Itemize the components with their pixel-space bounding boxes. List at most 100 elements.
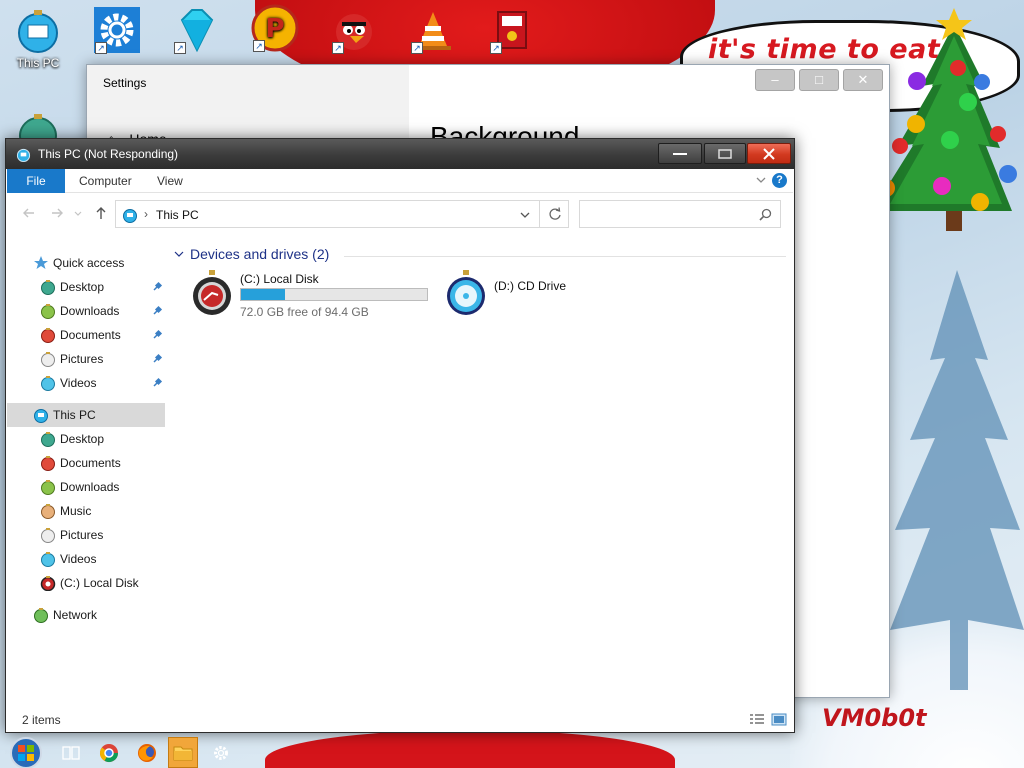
videos-ornament-icon (41, 376, 55, 391)
tab-file[interactable]: File (7, 169, 65, 193)
taskbar-settings[interactable] (206, 737, 236, 768)
settings-close-button[interactable]: ✕ (843, 69, 883, 91)
content-pane: Devices and drives (2) (C:) Local Disk 7… (172, 241, 792, 711)
settings-maximize-button[interactable]: □ (799, 69, 839, 91)
sidebar-item-pc-desktop[interactable]: Desktop (7, 427, 165, 451)
search-box[interactable] (579, 200, 781, 228)
back-arrow-icon[interactable] (21, 205, 37, 221)
search-input[interactable] (584, 204, 754, 224)
pin-icon[interactable] (151, 305, 163, 317)
desktop-ornament-icon (41, 432, 55, 447)
up-arrow-icon[interactable] (93, 205, 109, 221)
sidebar-item-downloads[interactable]: Downloads (7, 299, 165, 323)
music-ornament-icon (41, 504, 55, 519)
recent-locations-chevron-icon[interactable] (73, 205, 83, 221)
traffic-cone-icon: ↗ (409, 6, 457, 54)
wallpaper-signature: VM0b0t (822, 704, 927, 732)
sidebar-item-quick-access[interactable]: Quick access (7, 251, 165, 275)
shortcut-arrow-icon: ↗ (95, 42, 107, 54)
pictures-ornament-icon (41, 352, 55, 367)
diamond-icon: ↗ (172, 6, 220, 54)
taskbar-file-explorer[interactable] (168, 737, 198, 768)
close-button[interactable] (747, 143, 791, 164)
sidebar-item-pc-downloads[interactable]: Downloads (7, 475, 165, 499)
maximize-button[interactable] (704, 143, 746, 164)
sidebar-item-pc-local-disk[interactable]: (C:) Local Disk (7, 571, 165, 595)
taskbar-task-view[interactable] (56, 737, 86, 768)
breadcrumb-this-pc[interactable]: This PC (156, 208, 199, 222)
folder-icon (173, 746, 193, 760)
sidebar-item-pc-videos[interactable]: Videos (7, 547, 165, 571)
shortcut-arrow-icon: ↗ (253, 40, 265, 52)
start-button[interactable] (8, 735, 44, 768)
address-dropdown-icon[interactable] (519, 209, 531, 221)
network-ornament-icon (34, 608, 48, 623)
this-pc-ornament-icon (14, 6, 62, 54)
minimize-button[interactable] (658, 143, 702, 164)
pegging-logo-icon: P ↗ (251, 4, 299, 52)
sidebar-item-desktop[interactable]: Desktop (7, 275, 165, 299)
ribbon-expand-chevron-icon[interactable] (755, 174, 767, 186)
refresh-button[interactable] (539, 200, 569, 228)
forward-arrow-icon[interactable] (49, 205, 65, 221)
close-icon (763, 147, 775, 160)
sidebar-item-videos[interactable]: Videos (7, 371, 165, 395)
explorer-window[interactable]: This PC (Not Responding) File Computer V… (5, 138, 795, 733)
pin-icon[interactable] (151, 329, 163, 341)
explorer-titlebar[interactable]: This PC (Not Responding) (6, 139, 794, 169)
sidebar-item-pc-documents[interactable]: Documents (7, 451, 165, 475)
sidebar-item-pc-pictures[interactable]: Pictures (7, 523, 165, 547)
videos-ornament-icon (41, 552, 55, 567)
settings-minimize-button[interactable]: – (755, 69, 795, 91)
pine-tree-silhouette (890, 270, 1024, 690)
sidebar-item-network[interactable]: Network (7, 603, 165, 627)
pin-icon[interactable] (151, 353, 163, 365)
breadcrumb-chevron-icon[interactable]: › (144, 207, 148, 221)
search-icon[interactable] (759, 208, 772, 221)
shortcut-arrow-icon: ↗ (332, 42, 344, 54)
sidebar-item-pictures[interactable]: Pictures (7, 347, 165, 371)
chevron-down-icon[interactable] (174, 249, 184, 259)
tab-view[interactable]: View (143, 169, 197, 193)
drive-item-c[interactable]: (C:) Local Disk 72.0 GB free of 94.4 GB (190, 269, 430, 323)
shortcut-arrow-icon: ↗ (490, 42, 502, 54)
sidebar-item-pc-music[interactable]: Music (7, 499, 165, 523)
desktop-icon-this-pc[interactable]: This PC (6, 6, 70, 70)
ribbon-tabs: File Computer View ? (7, 169, 793, 193)
shortcut-arrow-icon: ↗ (174, 42, 186, 54)
details-view-icon[interactable] (749, 713, 765, 726)
downloads-ornament-icon (41, 480, 55, 495)
documents-ornament-icon (41, 456, 55, 471)
navigation-pane: Quick access Desktop Downloads Documents… (7, 233, 165, 709)
navigation-bar: › This PC (7, 193, 793, 233)
group-header-devices[interactable]: Devices and drives (2) (172, 245, 786, 265)
task-view-icon (62, 745, 80, 760)
desktop-icon-book[interactable]: ↗ (480, 6, 544, 56)
help-icon[interactable]: ? (772, 173, 787, 188)
tab-computer[interactable]: Computer (65, 169, 146, 193)
sidebar-item-documents[interactable]: Documents (7, 323, 165, 347)
desktop-icon-angry-birds[interactable]: ↗ (322, 6, 386, 56)
taskbar-firefox[interactable] (132, 737, 162, 768)
sidebar-item-this-pc[interactable]: This PC (7, 403, 165, 427)
address-bar[interactable]: › This PC (115, 200, 540, 228)
desktop-icon-vlc[interactable]: ↗ (401, 6, 465, 56)
shortcut-arrow-icon: ↗ (411, 42, 423, 54)
cd-drive-icon (447, 270, 485, 315)
drive-usage-fill (241, 289, 286, 300)
this-pc-ornament-icon (34, 409, 48, 423)
taskbar-chrome[interactable] (94, 737, 124, 768)
drive-item-d[interactable]: (D:) CD Drive (444, 269, 604, 323)
drive-usage-bar (240, 288, 428, 301)
chrome-icon (100, 743, 118, 762)
angry-bird-icon: ↗ (330, 6, 378, 54)
desktop-icon-crystal[interactable]: ↗ (164, 6, 228, 56)
firefox-icon (138, 743, 156, 762)
drive-name: (C:) Local Disk (240, 272, 319, 286)
desktop-icon-tuneup[interactable]: ↗ (85, 6, 149, 56)
pin-icon[interactable] (151, 377, 163, 389)
red-book-icon: ↗ (488, 6, 536, 54)
desktop-icon-pegging[interactable]: P ↗ (243, 4, 307, 54)
large-icons-view-icon[interactable] (771, 713, 787, 726)
pin-icon[interactable] (151, 281, 163, 293)
